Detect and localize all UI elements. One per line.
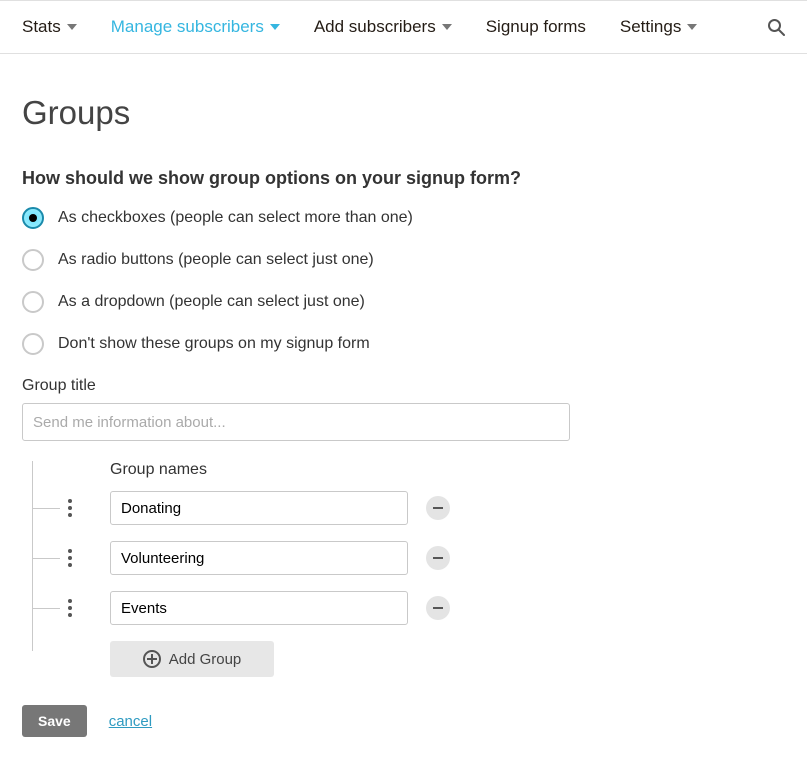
radio-option-radio-buttons[interactable]: As radio buttons (people can select just… bbox=[22, 249, 785, 271]
nav-settings[interactable]: Settings bbox=[620, 17, 697, 37]
group-names-tree: Group names Add Group bbox=[22, 461, 785, 677]
group-name-input[interactable] bbox=[110, 541, 408, 575]
remove-group-button[interactable] bbox=[426, 496, 450, 520]
search-icon[interactable] bbox=[767, 18, 785, 36]
group-name-row bbox=[88, 491, 785, 525]
radio-option-dropdown[interactable]: As a dropdown (people can select just on… bbox=[22, 291, 785, 313]
caret-down-icon bbox=[687, 24, 697, 30]
cancel-link[interactable]: cancel bbox=[109, 713, 152, 730]
plus-circle-icon bbox=[143, 650, 161, 668]
caret-down-icon bbox=[67, 24, 77, 30]
remove-group-button[interactable] bbox=[426, 596, 450, 620]
drag-handle-icon[interactable] bbox=[68, 549, 72, 567]
radio-label: As a dropdown (people can select just on… bbox=[58, 293, 365, 311]
nav-label: Settings bbox=[620, 17, 681, 37]
caret-down-icon bbox=[270, 24, 280, 30]
caret-down-icon bbox=[442, 24, 452, 30]
group-name-row bbox=[88, 591, 785, 625]
radio-label: Don't show these groups on my signup for… bbox=[58, 335, 370, 353]
group-name-input[interactable] bbox=[110, 591, 408, 625]
nav-label: Add subscribers bbox=[314, 17, 436, 37]
group-names-label: Group names bbox=[110, 461, 785, 479]
nav-label: Signup forms bbox=[486, 17, 586, 37]
nav-label: Stats bbox=[22, 17, 61, 37]
form-question: How should we show group options on your… bbox=[22, 168, 785, 189]
group-name-input[interactable] bbox=[110, 491, 408, 525]
group-name-row bbox=[88, 541, 785, 575]
form-actions: Save cancel bbox=[22, 705, 785, 737]
top-nav: Stats Manage subscribers Add subscribers… bbox=[0, 0, 807, 54]
radio-option-dont-show[interactable]: Don't show these groups on my signup for… bbox=[22, 333, 785, 355]
nav-manage-subscribers[interactable]: Manage subscribers bbox=[111, 17, 280, 37]
save-button[interactable]: Save bbox=[22, 705, 87, 737]
minus-icon bbox=[433, 607, 443, 609]
nav-add-subscribers[interactable]: Add subscribers bbox=[314, 17, 452, 37]
minus-icon bbox=[433, 557, 443, 559]
radio-icon bbox=[22, 207, 44, 229]
radio-icon bbox=[22, 291, 44, 313]
radio-label: As checkboxes (people can select more th… bbox=[58, 209, 413, 227]
nav-signup-forms[interactable]: Signup forms bbox=[486, 17, 586, 37]
group-title-label: Group title bbox=[22, 377, 785, 395]
page-title: Groups bbox=[22, 94, 785, 132]
radio-option-checkboxes[interactable]: As checkboxes (people can select more th… bbox=[22, 207, 785, 229]
nav-label: Manage subscribers bbox=[111, 17, 264, 37]
minus-icon bbox=[433, 507, 443, 509]
add-group-label: Add Group bbox=[169, 651, 242, 668]
nav-stats[interactable]: Stats bbox=[22, 17, 77, 37]
add-group-button[interactable]: Add Group bbox=[110, 641, 274, 677]
drag-handle-icon[interactable] bbox=[68, 499, 72, 517]
radio-label: As radio buttons (people can select just… bbox=[58, 251, 374, 269]
radio-icon bbox=[22, 249, 44, 271]
drag-handle-icon[interactable] bbox=[68, 599, 72, 617]
remove-group-button[interactable] bbox=[426, 546, 450, 570]
content: Groups How should we show group options … bbox=[0, 54, 807, 767]
group-title-input[interactable] bbox=[22, 403, 570, 441]
radio-icon bbox=[22, 333, 44, 355]
